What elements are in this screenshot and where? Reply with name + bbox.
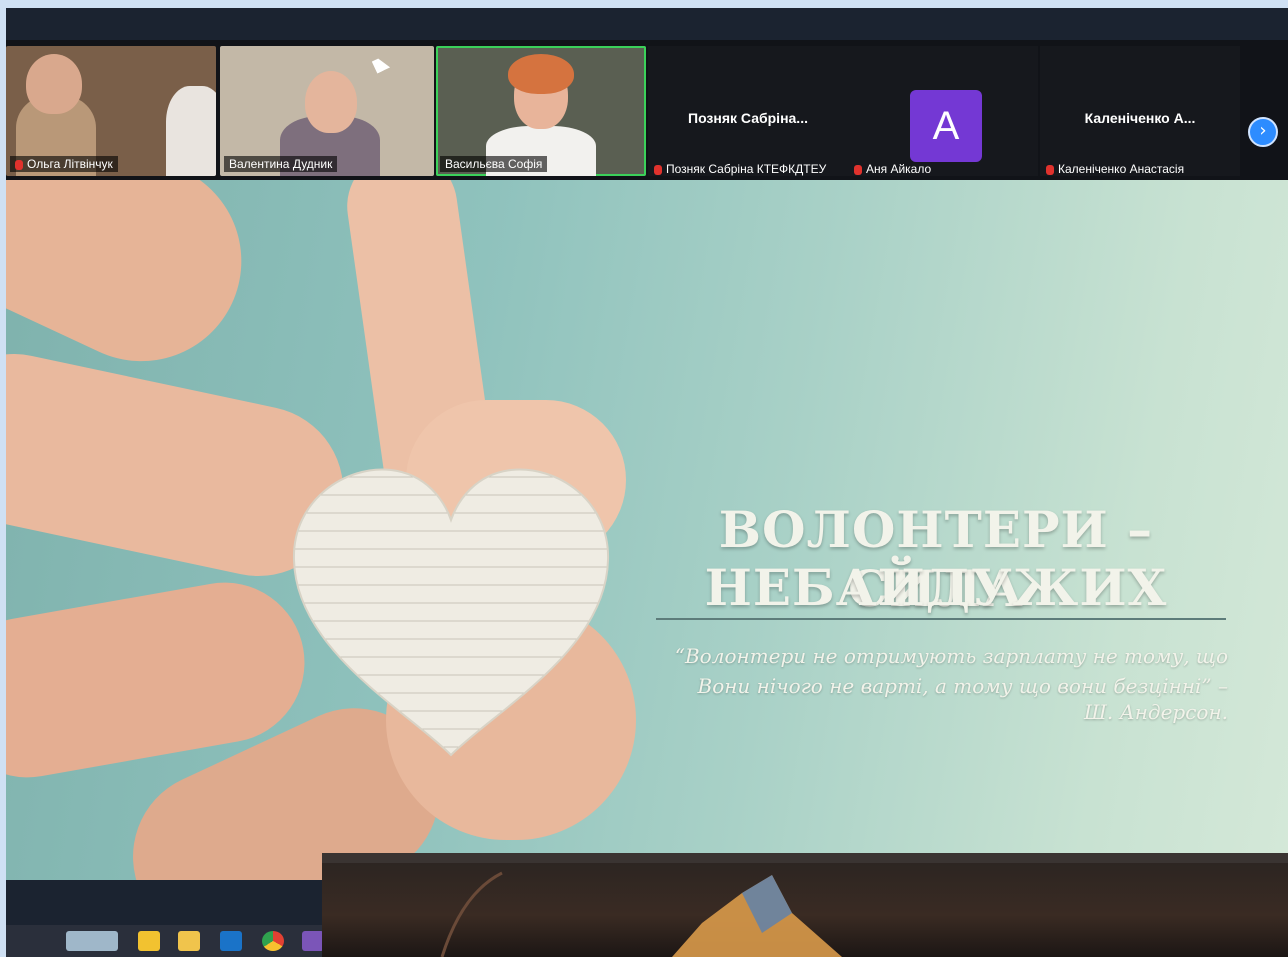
participant-tile-4[interactable]: Позняк Сабріна... Позняк Сабріна КТЕФКДТ… xyxy=(648,46,848,176)
mic-muted-icon xyxy=(654,164,662,175)
participant-tile-2[interactable]: Валентина Дудник xyxy=(220,46,434,176)
viber-icon[interactable] xyxy=(302,931,324,951)
shared-slide: ВОЛОНТЕРИ – СИЛА НЕБАЙДУЖИХ “Волонтери н… xyxy=(6,180,1288,880)
slide-quote-line-2: Вони нічого не варті, а тому що вони без… xyxy=(697,674,1229,698)
participant-name-label: Аня Айкало xyxy=(854,162,931,176)
chevron-right-icon[interactable]: › xyxy=(1248,117,1278,147)
start-icon[interactable] xyxy=(66,931,118,951)
participant-display-name: Позняк Сабріна... xyxy=(688,110,808,126)
slide-quote-author: Ш. Андерсон. xyxy=(1084,700,1228,724)
participant-name-label: Позняк Сабріна КТЕФКДТЕУ xyxy=(654,162,826,176)
mic-muted-icon xyxy=(15,159,23,170)
store-icon[interactable] xyxy=(138,931,160,951)
slide-title-line-2: НЕБАЙДУЖИХ xyxy=(704,558,1168,617)
participant-tile-6[interactable]: Каленіченко А... Каленіченко Анастасія xyxy=(1040,46,1240,176)
participant-face xyxy=(26,54,82,114)
mic-muted-icon xyxy=(854,164,862,175)
paper-heart-icon xyxy=(286,460,616,760)
participant-strip: Ольга Літвінчук Валентина Дудник Васильє… xyxy=(6,40,1288,190)
participant-name-label: Валентина Дудник xyxy=(224,156,338,172)
chrome-icon[interactable] xyxy=(262,931,284,951)
participant-avatar: A xyxy=(910,90,982,162)
taskbar xyxy=(6,925,324,957)
participant-name-label: Каленіченко Анастасія xyxy=(1046,162,1184,176)
slide-quote-line-1: “Волонтери не отримують зарплату не тому… xyxy=(674,644,1228,668)
photo-frame-top xyxy=(0,0,1288,8)
mic-muted-icon xyxy=(1046,164,1054,175)
participant-tile-1[interactable]: Ольга Літвінчук xyxy=(6,46,216,176)
overlay-photo xyxy=(322,853,1288,957)
participant-name-label: Ольга Літвінчук xyxy=(10,156,118,172)
participant-name-label: Васильєва Софія xyxy=(440,156,548,172)
participant-figure-2 xyxy=(166,86,216,176)
outlook-icon[interactable] xyxy=(220,931,242,951)
participant-tile-3[interactable]: Васильєва Софія xyxy=(436,46,646,176)
folder-icon[interactable] xyxy=(178,931,200,951)
slide-divider xyxy=(656,618,1226,620)
participant-face xyxy=(305,71,357,133)
participant-display-name: Каленіченко А... xyxy=(1084,110,1196,126)
participant-hair xyxy=(508,54,574,94)
